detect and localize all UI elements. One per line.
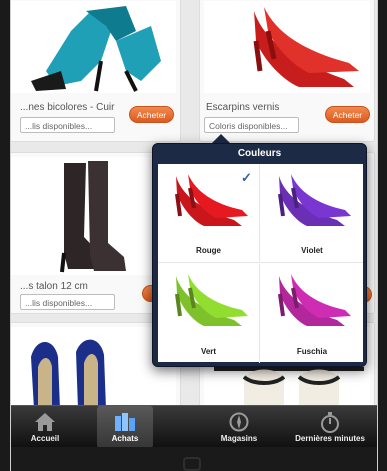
color-picker-popover: Couleurs ✓ Rouge Violet Vert Fuschia — [152, 143, 367, 367]
green-pumps-icon — [175, 274, 248, 326]
color-option-fuschia[interactable]: Fuschia — [261, 264, 363, 363]
product-name: ...nes bicolores - Cuir — [20, 102, 115, 113]
color-option-label: Rouge — [196, 246, 221, 255]
buy-button[interactable]: Acheter — [129, 106, 174, 123]
buy-button[interactable]: Acheter — [325, 106, 370, 123]
color-option-label: Fuschia — [296, 347, 328, 356]
tab-accueil[interactable]: Accueil — [17, 406, 73, 448]
tab-bar: Accueil Achats Magasins Dernières minute… — [11, 405, 377, 448]
stopwatch-icon — [321, 412, 339, 433]
color-option-rouge[interactable]: ✓ Rouge — [158, 164, 260, 263]
color-option-vert[interactable]: Vert — [158, 264, 260, 363]
colors-select[interactable]: Coloris disponibles... — [204, 117, 299, 133]
fuschia-pumps-icon — [278, 274, 351, 326]
home-icon — [35, 413, 55, 431]
tab-achats[interactable]: Achats — [97, 406, 153, 448]
popover-title: Couleurs — [237, 148, 282, 159]
device-bezel — [11, 447, 377, 471]
shopping-icon — [115, 413, 135, 431]
checkmark-icon: ✓ — [241, 170, 252, 185]
product-card[interactable]: Escarpins vernis Coloris disponibles... … — [199, 0, 375, 142]
color-option-violet[interactable]: Violet — [261, 164, 363, 263]
tab-magasins[interactable]: Magasins — [211, 406, 267, 448]
color-option-label: Violet — [301, 246, 323, 255]
color-option-label: Vert — [200, 347, 217, 356]
violet-pumps-icon — [278, 174, 351, 226]
colors-select[interactable]: ...lis disponibles... — [20, 294, 115, 310]
red-pumps-icon — [175, 174, 248, 226]
color-grid: ✓ Rouge Violet Vert Fuschia — [158, 164, 363, 363]
tab-label: Dernières minutes — [295, 434, 365, 443]
compass-icon — [229, 412, 249, 432]
product-image — [204, 1, 370, 93]
product-name: ...s talon 12 cm — [20, 281, 88, 292]
product-card[interactable]: ...nes bicolores - Cuir ...lis disponibl… — [11, 0, 181, 142]
tab-label: Accueil — [30, 434, 60, 443]
tab-dernieres-minutes[interactable]: Dernières minutes — [287, 406, 373, 448]
app-frame: ...nes bicolores - Cuir ...lis disponibl… — [10, 0, 378, 471]
tab-label: Magasins — [220, 434, 258, 443]
colors-select[interactable]: ...lis disponibles... — [20, 117, 115, 133]
product-name: Escarpins vernis — [206, 102, 280, 113]
home-button-icon[interactable] — [183, 457, 201, 471]
product-image — [11, 1, 176, 93]
tab-label: Achats — [111, 434, 139, 443]
